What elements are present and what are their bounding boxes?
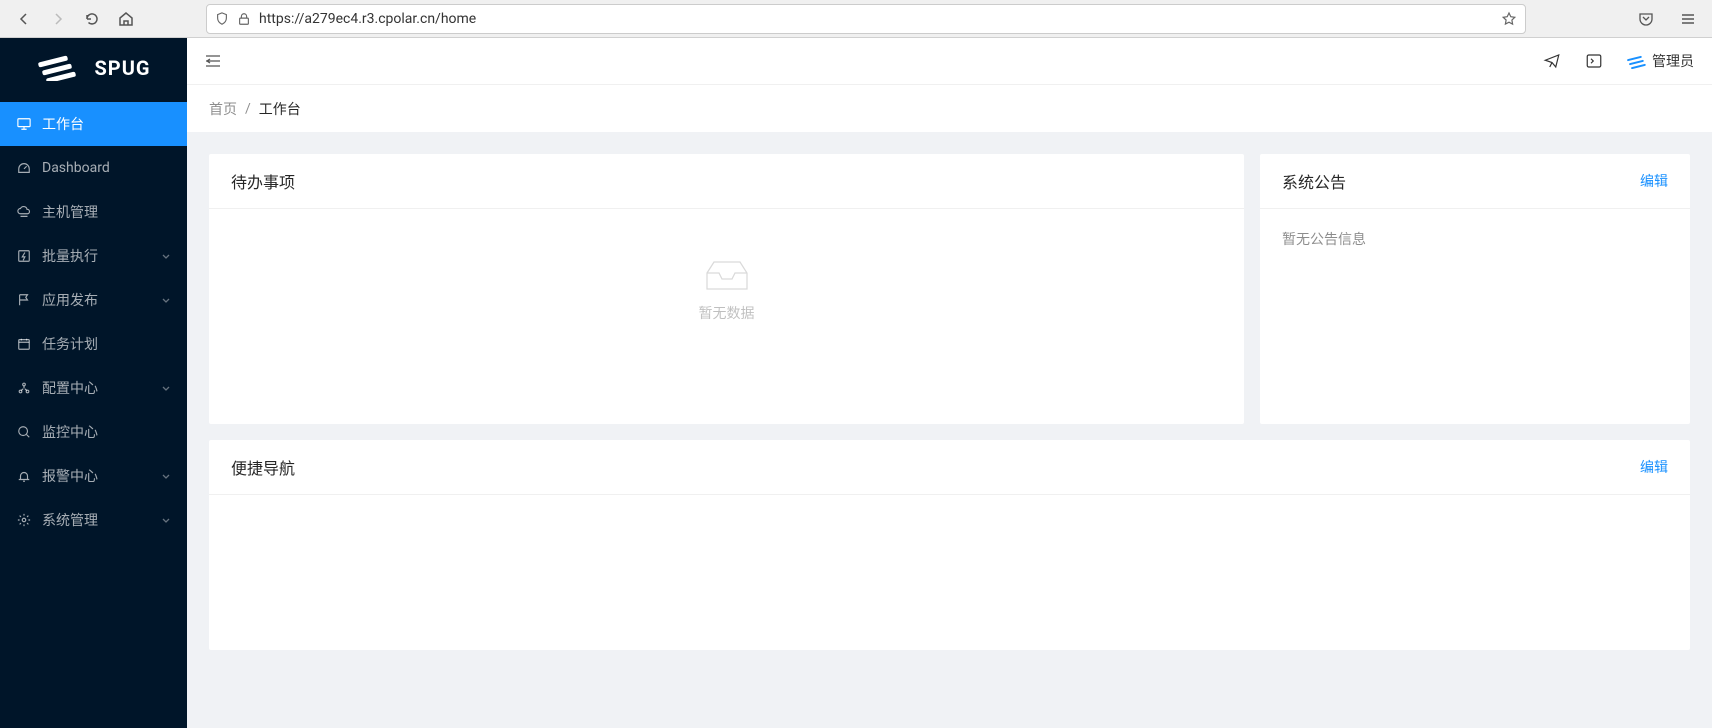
shield-icon — [215, 12, 229, 26]
schedule-icon — [16, 336, 32, 352]
card-announce-title: 系统公告 — [1282, 169, 1640, 193]
deployment-icon — [16, 380, 32, 396]
card-todo: 待办事项 暂无数据 — [209, 154, 1244, 424]
hamburger-icon[interactable] — [1674, 5, 1702, 33]
star-icon[interactable] — [1501, 11, 1517, 27]
lock-icon — [237, 12, 251, 26]
logo-text: SPUG — [94, 56, 150, 80]
empty-text: 暂无数据 — [699, 303, 755, 323]
card-announce-edit[interactable]: 编辑 — [1640, 171, 1668, 191]
chevron-down-icon — [161, 471, 171, 481]
monitor-icon — [16, 424, 32, 440]
announce-empty-text: 暂无公告信息 — [1282, 232, 1366, 248]
breadcrumb: 首页 / 工作台 — [187, 84, 1712, 132]
browser-back-button[interactable] — [10, 5, 38, 33]
sidebar-item-5[interactable]: 任务计划 — [0, 322, 187, 366]
sidebar-item-label: 主机管理 — [42, 202, 171, 222]
cloud-server-icon — [16, 204, 32, 220]
browser-url-bar[interactable]: https://a279ec4.r3.cpolar.cn/home — [206, 4, 1526, 34]
sidebar-item-label: 批量执行 — [42, 246, 161, 266]
card-quicknav-edit[interactable]: 编辑 — [1640, 457, 1668, 477]
card-quicknav-title: 便捷导航 — [231, 455, 1640, 479]
breadcrumb-current: 工作台 — [259, 99, 301, 119]
browser-forward-button[interactable] — [44, 5, 72, 33]
card-todo-title: 待办事项 — [231, 169, 1222, 193]
thunderbolt-icon — [16, 248, 32, 264]
sidebar-item-7[interactable]: 监控中心 — [0, 410, 187, 454]
pocket-icon[interactable] — [1632, 5, 1660, 33]
card-quicknav: 便捷导航 编辑 — [209, 440, 1690, 650]
chevron-down-icon — [161, 295, 171, 305]
browser-reload-button[interactable] — [78, 5, 106, 33]
chevron-down-icon — [161, 515, 171, 525]
sidebar-menu: 工作台 Dashboard 主机管理批量执行应用发布任务计划配置中心监控中心报警中心… — [0, 98, 187, 542]
terminal-icon[interactable] — [1584, 51, 1604, 71]
sidebar-item-4[interactable]: 应用发布 — [0, 278, 187, 322]
sidebar-item-3[interactable]: 批量执行 — [0, 234, 187, 278]
user-avatar-icon — [1626, 55, 1646, 67]
sidebar-collapse-button[interactable] — [205, 53, 221, 69]
sidebar-item-label: 工作台 — [42, 114, 171, 134]
sidebar-item-9[interactable]: 系统管理 — [0, 498, 187, 542]
chevron-down-icon — [161, 383, 171, 393]
sidebar-item-0[interactable]: 工作台 — [0, 102, 187, 146]
sidebar-item-1[interactable]: Dashboard — [0, 146, 187, 190]
user-label: 管理员 — [1652, 51, 1694, 71]
sidebar-item-label: 应用发布 — [42, 290, 161, 310]
breadcrumb-separator: / — [245, 101, 251, 117]
card-announce: 系统公告 编辑 暂无公告信息 — [1260, 154, 1690, 424]
inbox-icon — [702, 259, 752, 293]
browser-toolbar: https://a279ec4.r3.cpolar.cn/home — [0, 0, 1712, 38]
user-menu[interactable]: 管理员 — [1626, 51, 1694, 71]
empty-state: 暂无数据 — [231, 229, 1222, 353]
app-logo[interactable]: SPUG — [0, 38, 187, 98]
sidebar-item-2[interactable]: 主机管理 — [0, 190, 187, 234]
browser-url-text: https://a279ec4.r3.cpolar.cn/home — [259, 11, 1493, 27]
dashboard-icon — [16, 160, 32, 176]
desktop-icon — [16, 116, 32, 132]
alert-icon — [16, 468, 32, 484]
sidebar-item-label: 监控中心 — [42, 422, 171, 442]
sidebar-item-label: 配置中心 — [42, 378, 161, 398]
sidebar-item-8[interactable]: 报警中心 — [0, 454, 187, 498]
sidebar-item-label: 报警中心 — [42, 466, 161, 486]
flag-icon — [16, 292, 32, 308]
sidebar-item-label: 系统管理 — [42, 510, 161, 530]
chevron-down-icon — [161, 251, 171, 261]
sidebar: SPUG 工作台 Dashboard 主机管理批量执行应用发布任务计划配置中心监控中… — [0, 38, 187, 728]
breadcrumb-home[interactable]: 首页 — [209, 99, 237, 119]
sidebar-item-6[interactable]: 配置中心 — [0, 366, 187, 410]
logo-icon — [36, 55, 84, 81]
browser-home-button[interactable] — [112, 5, 140, 33]
topbar: 管理员 — [187, 38, 1712, 84]
sidebar-item-label: 任务计划 — [42, 334, 171, 354]
notification-icon[interactable] — [1542, 51, 1562, 71]
setting-icon — [16, 512, 32, 528]
sidebar-item-label: Dashboard — [42, 160, 171, 176]
